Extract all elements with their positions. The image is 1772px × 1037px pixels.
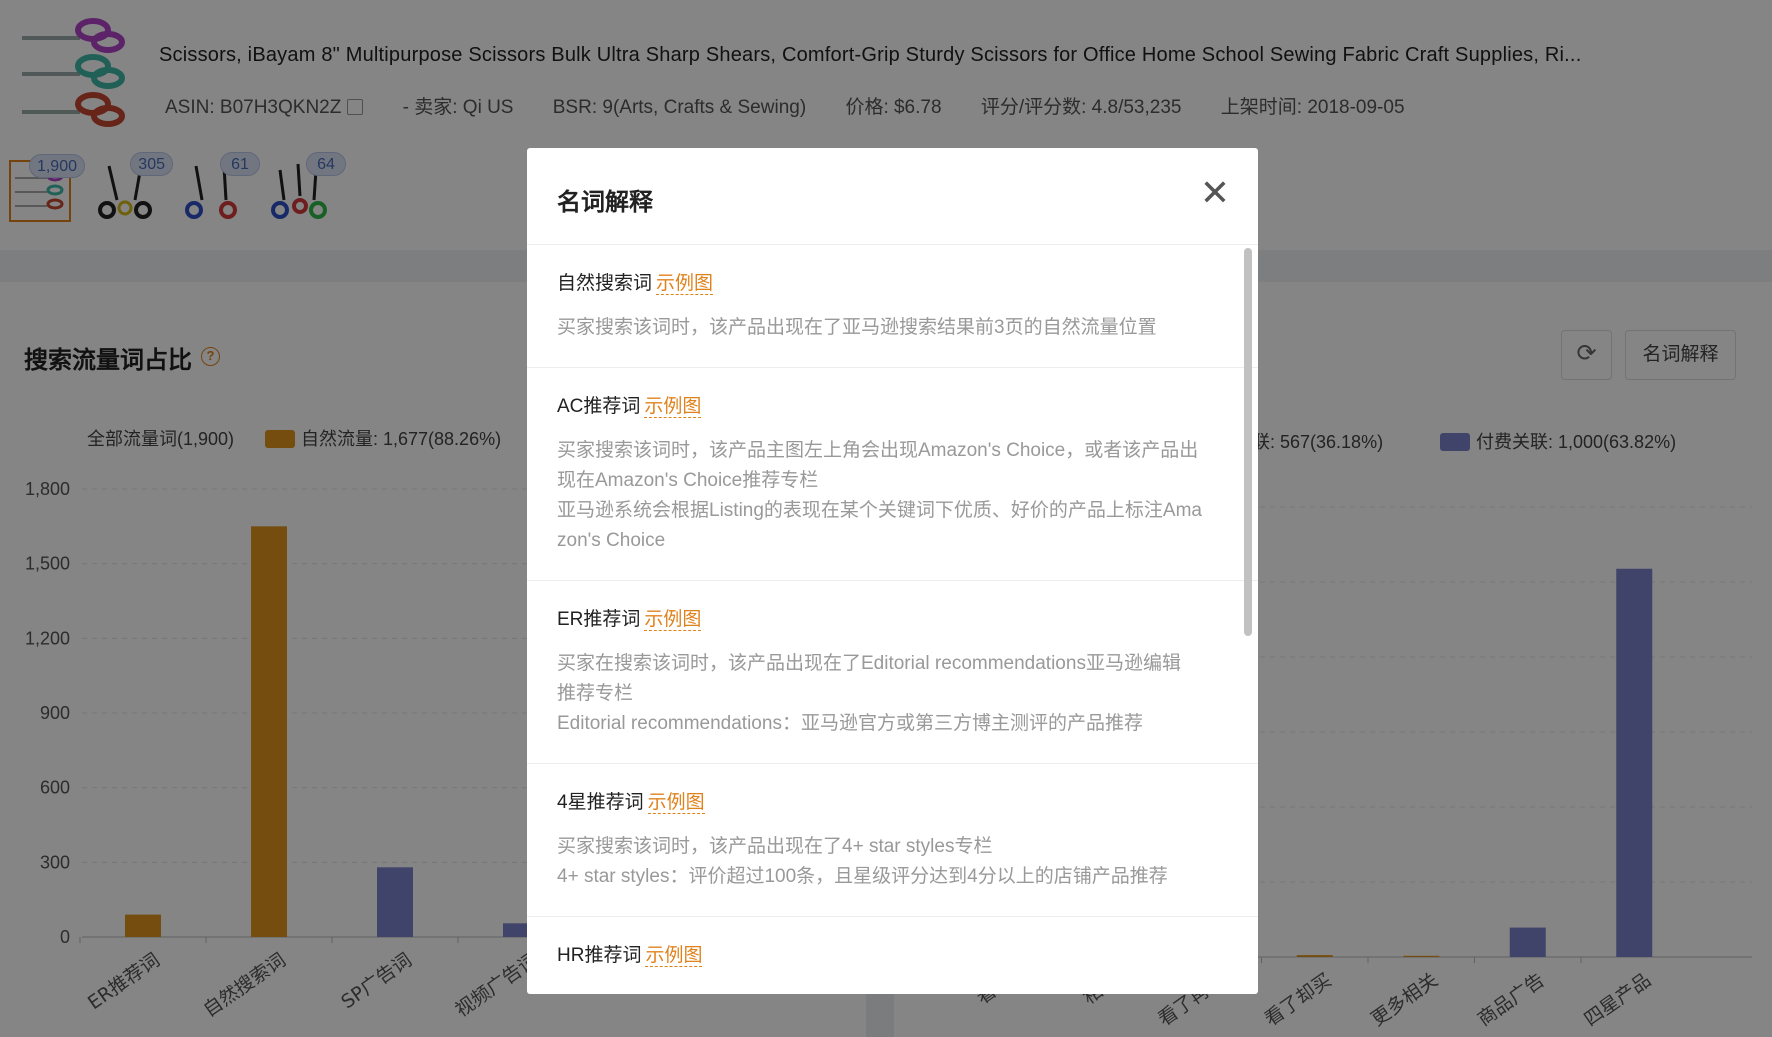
term-description-line: 推荐专栏 <box>557 683 634 704</box>
term-heading: AC推荐词 示例图 <box>557 394 1228 420</box>
term-description: 买家搜索该词时，该产品出现在了亚马逊搜索结果前3页的自然流量位置 <box>557 313 1227 343</box>
term-item: 自然搜索词 示例图买家搜索该词时，该产品出现在了亚马逊搜索结果前3页的自然流量位置 <box>527 245 1258 368</box>
modal-header: 名词解释 ✕ <box>527 148 1258 245</box>
term-description-line: zon's Choice <box>557 530 666 551</box>
term-name: ER推荐词 <box>557 609 641 630</box>
term-name: 4星推荐词 <box>557 792 644 813</box>
term-description: 买家搜索该词时，该产品出现在了4+ star styles专栏 4+ star s… <box>557 832 1227 892</box>
term-heading: ER推荐词 示例图 <box>557 607 1228 633</box>
term-description-line: 亚马逊系统会根据Listing的表现在某个关键词下优质、好价的产品上标注Ama <box>557 500 1202 521</box>
term-name: HR推荐词 <box>557 945 642 966</box>
example-image-link[interactable]: 示例图 <box>656 273 714 295</box>
term-heading: 4星推荐词 示例图 <box>557 790 1228 816</box>
term-list: 自然搜索词 示例图 买家搜索该词时，该产品出现在了亚马逊搜索结果前3页的自然流量位置… <box>527 245 1258 994</box>
term-item: ER推荐词 示例图买家在搜索该词时，该产品出现在了Editorial recomm… <box>527 581 1258 764</box>
term-description-line: Editorial recommendations：亚马逊官方或第三方博主测评的… <box>557 713 1143 734</box>
term-description-line: 4+ star styles：评价超过100条，且星级评分达到4分以上的店铺产品… <box>557 866 1168 887</box>
term-description: 买家搜索该词时，该产品主图左上角会出现Amazon's Choice，或者该产品… <box>557 436 1227 556</box>
term-description-line: 买家搜索该词时，该产品出现在了4+ star styles专栏 <box>557 836 993 857</box>
term-description-line: 买家在搜索该词时，该产品出现在了Editorial recommendation… <box>557 653 1181 674</box>
term-description-line: 现在Amazon's Choice推荐专栏 <box>557 470 819 491</box>
example-image-link[interactable]: 示例图 <box>644 609 702 631</box>
term-description-line: 买家搜索该词时，该产品出现在了亚马逊搜索结果前3页的自然流量位置 <box>557 317 1157 338</box>
term-item: HR推荐词 示例图 <box>527 917 1258 994</box>
term-name: AC推荐词 <box>557 396 641 417</box>
term-heading: 自然搜索词 示例图 <box>557 271 1228 297</box>
close-icon[interactable]: ✕ <box>1195 173 1235 213</box>
example-image-link[interactable]: 示例图 <box>647 792 705 814</box>
modal-title: 名词解释 <box>557 189 653 216</box>
term-description: 买家在搜索该词时，该产品出现在了Editorial recommendation… <box>557 649 1227 739</box>
example-image-link[interactable]: 示例图 <box>644 396 702 418</box>
term-heading: HR推荐词 示例图 <box>557 943 1228 969</box>
term-item: 4星推荐词 示例图买家搜索该词时，该产品出现在了4+ star styles专栏 4… <box>527 764 1258 917</box>
term-item: AC推荐词 示例图买家搜索该词时，该产品主图左上角会出现Amazon's Choi… <box>527 368 1258 581</box>
modal-body[interactable]: 自然搜索词 示例图 买家搜索该词时，该产品出现在了亚马逊搜索结果前3页的自然流量位置… <box>527 245 1258 994</box>
glossary-modal: 名词解释 ✕ 自然搜索词 示例图 买家搜索该词时，该产品出现在了亚马逊搜索结果前3页… <box>527 148 1258 994</box>
example-image-link[interactable]: 示例图 <box>645 945 703 967</box>
term-description-line: 买家搜索该词时，该产品主图左上角会出现Amazon's Choice，或者该产品… <box>557 440 1199 461</box>
term-name: 自然搜索词 <box>557 273 653 294</box>
modal-scrollbar[interactable] <box>1244 248 1252 636</box>
